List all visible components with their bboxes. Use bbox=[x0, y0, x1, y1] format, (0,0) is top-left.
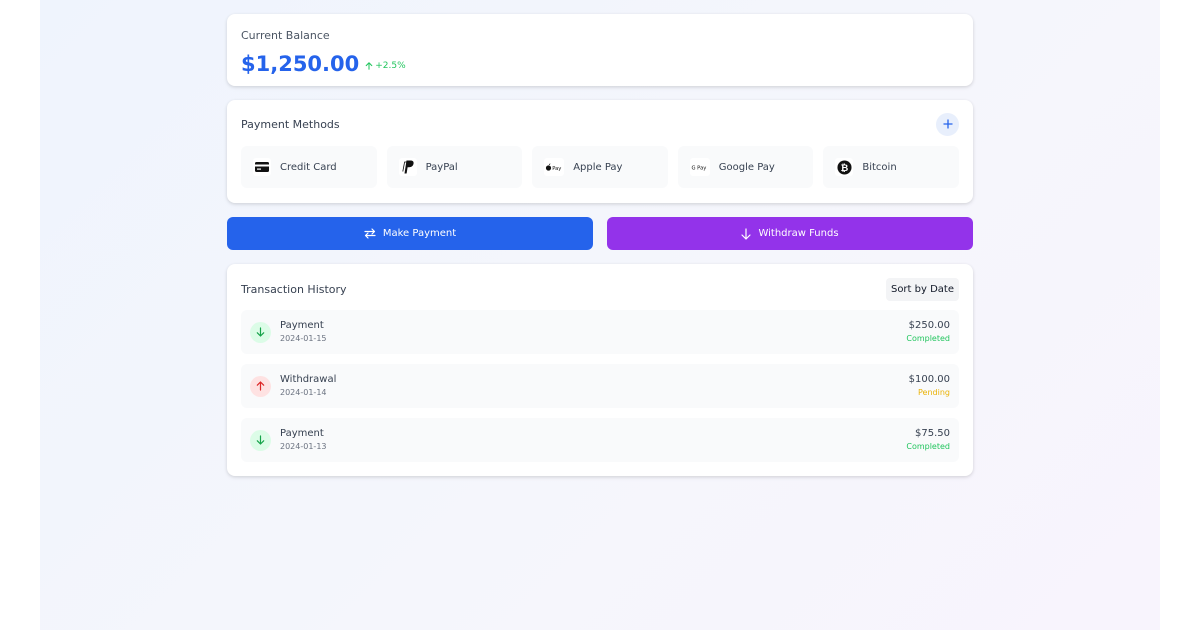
transaction-history-card: Transaction History Sort by Date Payment… bbox=[227, 264, 973, 476]
plus-icon bbox=[942, 119, 953, 129]
action-buttons: Make Payment Withdraw Funds bbox=[227, 217, 973, 250]
credit-card-icon bbox=[253, 158, 271, 176]
withdraw-funds-button[interactable]: Withdraw Funds bbox=[607, 217, 973, 250]
svg-text:₿: ₿ bbox=[841, 162, 849, 173]
transaction-amount: $250.00 bbox=[908, 320, 950, 331]
transaction-history-title: Transaction History bbox=[241, 283, 347, 296]
payment-method-label: Apple Pay bbox=[573, 161, 623, 173]
transaction-type: Withdrawal bbox=[280, 374, 337, 385]
paypal-icon bbox=[398, 158, 417, 176]
transaction-meta: $250.00 Completed bbox=[906, 319, 950, 345]
arrow-up-icon bbox=[365, 62, 373, 70]
payment-method-apple-pay[interactable]: Pay Apple Pay bbox=[532, 146, 668, 188]
payment-method-label: PayPal bbox=[425, 161, 458, 173]
transaction-status: Completed bbox=[906, 442, 950, 451]
payment-method-label: Google Pay bbox=[718, 161, 775, 173]
payment-method-label: Credit Card bbox=[280, 161, 337, 173]
balance-change: +2.5% bbox=[365, 61, 406, 71]
transaction-type: Payment bbox=[280, 320, 324, 331]
transaction-history-header: Transaction History Sort by Date bbox=[241, 278, 959, 301]
payment-methods-header: Payment Methods bbox=[241, 112, 959, 136]
balance-row: $1,250.00 +2.5% bbox=[241, 51, 959, 77]
payment-methods-card: Payment Methods Credit Card PayPal Pay A… bbox=[227, 100, 973, 203]
transaction-status: Completed bbox=[906, 334, 950, 343]
transaction-info: Payment 2024-01-13 bbox=[280, 427, 906, 453]
transaction-date: 2024-01-15 bbox=[280, 334, 327, 343]
sort-by-date-button[interactable]: Sort by Date bbox=[885, 278, 959, 301]
payment-method-label: Bitcoin bbox=[862, 161, 897, 173]
arrow-down-icon bbox=[250, 321, 271, 343]
svg-text:G Pay: G Pay bbox=[691, 166, 706, 172]
transfer-icon bbox=[364, 228, 376, 239]
transaction-list: Payment 2024-01-15 $250.00 Completed Wit… bbox=[241, 310, 959, 462]
balance-card: Current Balance $1,250.00 +2.5% bbox=[227, 14, 973, 86]
transaction-amount: $100.00 bbox=[908, 374, 950, 385]
balance-label: Current Balance bbox=[241, 29, 330, 42]
payment-method-bitcoin[interactable]: ₿ Bitcoin bbox=[823, 146, 959, 188]
transaction-meta: $75.50 Completed bbox=[906, 427, 950, 453]
transaction-type: Payment bbox=[280, 428, 324, 439]
transaction-amount: $75.50 bbox=[915, 428, 950, 439]
add-payment-method-button[interactable] bbox=[936, 112, 959, 136]
transaction-row[interactable]: Withdrawal 2024-01-14 $100.00 Pending bbox=[241, 364, 959, 408]
bitcoin-icon: ₿ bbox=[835, 158, 854, 176]
transaction-date: 2024-01-13 bbox=[280, 442, 327, 451]
apple-pay-icon: Pay bbox=[544, 158, 565, 176]
payment-method-google-pay[interactable]: G Pay Google Pay bbox=[677, 146, 814, 188]
google-pay-icon: G Pay bbox=[689, 158, 710, 176]
balance-amount: $1,250.00 bbox=[241, 52, 360, 76]
transaction-info: Payment 2024-01-15 bbox=[280, 319, 906, 345]
arrow-up-icon bbox=[250, 375, 271, 397]
payment-methods-list: Credit Card PayPal Pay Apple Pay G Pay G… bbox=[241, 146, 959, 188]
transaction-info: Withdrawal 2024-01-14 bbox=[280, 373, 909, 399]
transaction-row[interactable]: Payment 2024-01-15 $250.00 Completed bbox=[241, 310, 959, 354]
transaction-row[interactable]: Payment 2024-01-13 $75.50 Completed bbox=[241, 418, 959, 462]
withdraw-funds-label: Withdraw Funds bbox=[758, 228, 839, 239]
arrow-down-icon bbox=[741, 227, 752, 240]
make-payment-label: Make Payment bbox=[382, 228, 457, 239]
arrow-down-icon bbox=[250, 429, 271, 451]
payment-method-paypal[interactable]: PayPal bbox=[386, 146, 523, 188]
payment-method-credit-card[interactable]: Credit Card bbox=[241, 146, 377, 188]
transaction-status: Pending bbox=[918, 388, 950, 397]
wallet-dashboard: Current Balance $1,250.00 +2.5% Payment … bbox=[227, 14, 973, 476]
svg-text:Pay: Pay bbox=[552, 166, 561, 172]
make-payment-button[interactable]: Make Payment bbox=[227, 217, 593, 250]
transaction-meta: $100.00 Pending bbox=[909, 373, 950, 399]
balance-change-value: +2.5% bbox=[375, 61, 406, 71]
payment-methods-title: Payment Methods bbox=[241, 117, 340, 131]
transaction-date: 2024-01-14 bbox=[280, 388, 327, 397]
